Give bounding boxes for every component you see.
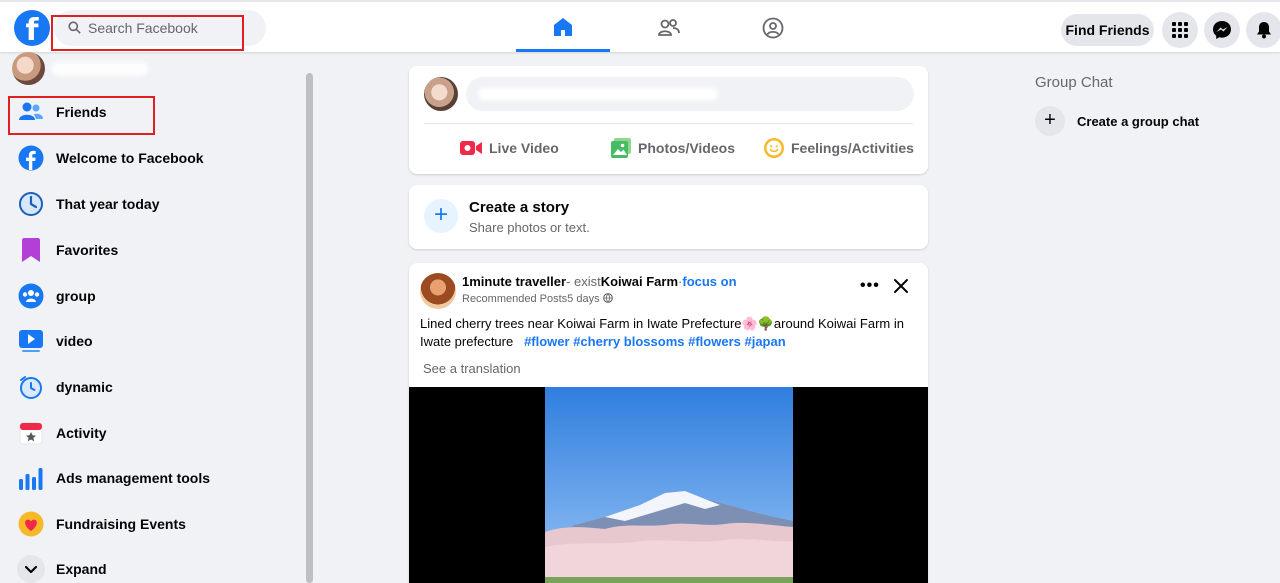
create-group-chat-button[interactable]: + Create a group chat [1035,106,1199,136]
author-link[interactable]: 1minute traveller [462,274,566,289]
groups-icon [18,283,44,309]
messenger-button[interactable] [1204,12,1240,48]
home-icon [554,17,572,36]
sidebar-item-label: dynamic [56,379,113,395]
post-timestamp[interactable]: 5 days [567,293,599,305]
plus-icon: + [1035,106,1065,136]
feeds-icon [20,376,42,399]
sidebar-item-group[interactable]: group [8,274,298,318]
heart-icon [18,511,44,537]
place-link[interactable]: Koiwai Farm [601,274,678,289]
group-chat-heading: Group Chat [1035,74,1113,91]
photos-videos-button[interactable]: Photos/Videos [610,134,735,162]
redacted-placeholder [478,88,718,100]
recommended-label: Recommended Posts [462,293,568,305]
plus-icon[interactable]: + [424,199,458,233]
memories-clock-icon [19,192,43,216]
photo-icon [611,138,631,158]
live-video-button[interactable]: Live Video [459,134,559,162]
top-navigation-bar: f Search Facebook Find Friends [0,0,1280,52]
feelings-activities-button[interactable]: Feelings/Activities [763,134,914,162]
mountain-cherry-blossom-image [545,387,793,583]
events-icon [19,422,43,445]
find-friends-button[interactable]: Find Friends [1061,14,1154,46]
sidebar-item-welcome[interactable]: Welcome to Facebook [8,136,298,180]
bell-icon [1257,22,1271,39]
post-text: Lined cherry trees near Koiwai Farm in I… [420,315,915,351]
create-group-chat-label: Create a group chat [1077,113,1200,129]
photos-videos-label: Photos/Videos [638,140,735,156]
sidebar-item-label: Favorites [56,242,119,258]
messenger-icon [1213,21,1231,39]
story-title: Create a story [469,199,570,216]
avatar[interactable] [12,52,45,85]
avatar[interactable] [420,273,456,309]
author-separator: - exist [566,274,601,289]
tab-home[interactable] [516,4,610,52]
sidebar-item-label: That year today [56,196,160,212]
groups-icon [762,17,784,39]
close-icon[interactable] [892,277,910,295]
menu-button[interactable] [1162,12,1198,48]
bookmark-icon [22,238,40,262]
smiley-icon [764,138,784,158]
sidebar-item-dynamic[interactable]: dynamic [8,365,298,409]
friends-icon [658,19,680,36]
post-video[interactable] [409,387,928,583]
sidebar-item-fundraisers[interactable]: Fundraising Events [8,502,298,546]
post-image[interactable] [545,387,793,583]
sidebar-item-ads-manager[interactable]: Ads management tools [8,456,298,500]
sidebar-item-label: Ads management tools [56,470,211,486]
sidebar-item-activity[interactable]: Activity [8,411,298,455]
chevron-down-icon [17,555,45,583]
hashtag-link[interactable]: #cherry blossoms [573,334,684,349]
divider [424,123,913,124]
follow-link[interactable]: focus on [682,274,736,289]
redacted-profile-name [52,62,148,76]
facebook-icon [18,145,44,171]
sidebar-item-video[interactable]: video [8,319,298,363]
video-icon [19,330,43,352]
live-video-label: Live Video [489,140,559,156]
live-video-icon [460,141,482,155]
post-composer: Live Video Photos/Videos Feelings/Activi… [409,66,928,174]
bar-chart-icon [19,468,43,490]
hashtag-link[interactable]: #flower [524,334,570,349]
post-meta: Recommended Posts5 days [462,293,613,305]
grid-menu-icon [1172,22,1188,38]
sidebar-item-label: Expand [56,561,107,577]
sidebar-item-label: group [56,288,96,304]
notifications-button[interactable] [1246,12,1280,48]
feelings-activities-label: Feelings/Activities [791,140,914,156]
create-story-card[interactable]: + Create a story Share photos or text. [409,185,928,249]
post-author-line: 1minute traveller- existKoiwai Farm·focu… [462,274,737,289]
sidebar-item-label: Activity [56,425,107,441]
sidebar-item-label: Welcome to Facebook [56,150,204,166]
search-highlight-box [51,15,244,51]
facebook-logo[interactable]: f [14,10,50,46]
hashtag-link[interactable]: #flowers [688,334,741,349]
friends-highlight-box [8,96,155,135]
story-subtitle: Share photos or text. [469,220,590,235]
left-sidebar: Friends Welcome to Facebook That year to… [0,52,305,583]
tab-friends[interactable] [622,4,716,52]
feed-post: 1minute traveller- existKoiwai Farm·focu… [409,263,928,583]
more-options-icon[interactable]: ••• [860,277,880,295]
sidebar-item-favorites[interactable]: Favorites [8,228,298,272]
tab-groups[interactable] [726,4,820,52]
globe-icon [602,293,613,303]
whats-on-your-mind-input[interactable] [466,77,914,111]
see-translation-link[interactable]: See a translation [423,361,521,376]
avatar[interactable] [424,77,458,111]
sidebar-item-label: Fundraising Events [56,516,186,532]
sidebar-item-label: video [56,333,93,349]
sidebar-item-expand[interactable]: Expand [8,547,298,583]
sidebar-item-memories[interactable]: That year today [8,182,298,226]
hashtag-link[interactable]: #japan [744,334,785,349]
sidebar-scrollbar[interactable] [306,73,313,583]
